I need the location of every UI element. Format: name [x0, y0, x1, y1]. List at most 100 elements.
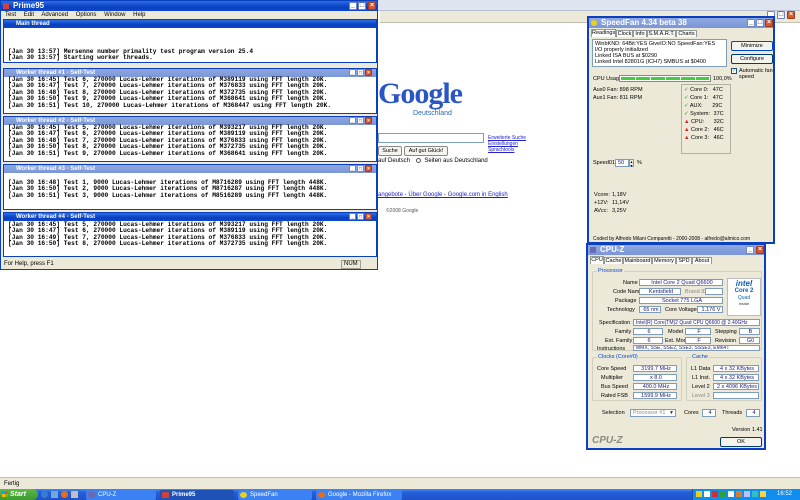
menu-edit[interactable]: Edit: [24, 12, 34, 18]
cpuz-minimize-button[interactable]: _: [746, 246, 754, 254]
bus-speed-value: 400.0 MHz: [633, 383, 677, 390]
worker-4-window: Worker thread #4 - Self-Test _ □ × [Jan …: [3, 212, 377, 257]
cpuz-title: CPU-Z: [600, 245, 625, 254]
firefox-maximize-button[interactable]: □: [777, 11, 785, 19]
google-search-button[interactable]: Suche: [378, 146, 402, 156]
taskbar-prime95-button[interactable]: Prime95: [160, 490, 234, 500]
prime95-titlebar: Prime95: [1, 1, 377, 11]
minimize-button[interactable]: Minimize: [731, 41, 773, 51]
l1i-value: 4 x 32 KBytes: [713, 374, 759, 381]
voltage-value: 1,18V: [612, 192, 627, 198]
worker-2-maximize-button[interactable]: □: [357, 117, 364, 124]
firefox-close-button[interactable]: ×: [787, 11, 795, 19]
core-speed-label: Core Speed: [597, 366, 627, 372]
taskbar-cpuz-label: CPU-Z: [98, 492, 117, 498]
radio-de-button[interactable]: [415, 158, 421, 163]
tab-clock[interactable]: Clock: [616, 30, 633, 37]
tab-charts[interactable]: Charts: [676, 30, 697, 37]
speedfan-maximize-button[interactable]: □: [756, 19, 764, 27]
tab-memory[interactable]: Memory: [652, 257, 676, 264]
tab-mainboard[interactable]: Mainboard: [623, 257, 652, 264]
processor-group: Processor Name Intel Core 2 Quad Q6600 C…: [592, 268, 762, 352]
tab-cache[interactable]: Cache: [604, 257, 623, 264]
prime95-maximize-button[interactable]: □: [358, 2, 366, 10]
processor-selector[interactable]: Processor #1 ▼: [630, 409, 676, 417]
prime95-minimize-button[interactable]: _: [349, 2, 357, 10]
language-tools-link[interactable]: Sprachtools: [488, 147, 526, 153]
voltage-name: +12V:: [594, 200, 609, 206]
lucky-button[interactable]: Auf gut Glück!: [404, 146, 448, 156]
taskbar-speedfan-button[interactable]: SpeedFan: [238, 490, 312, 500]
intel-core2-logo: intel Core 2 Quad inside: [727, 278, 761, 316]
worker-1-close-button[interactable]: ×: [365, 69, 372, 76]
tab-smart[interactable]: S.M.A.R.T.: [647, 30, 676, 37]
worker-3-close-button[interactable]: ×: [365, 165, 372, 172]
tray-icon[interactable]: [712, 491, 718, 497]
worker-4-log: [Jan 30 16:45] Test 5, 270000 Lucas-Lehm…: [8, 221, 327, 248]
start-label: Start: [10, 491, 26, 498]
tab-about[interactable]: About: [692, 257, 712, 264]
temp-name: Core 3:: [690, 135, 710, 141]
main-thread-log: [Jan 30 13:57] Mersenne number primality…: [8, 48, 253, 62]
firefox-icon[interactable]: [61, 491, 68, 498]
menu-help[interactable]: Help: [133, 12, 145, 18]
tray-icon[interactable]: [760, 491, 766, 497]
temp-row: ▲ Core 3: 46C: [684, 135, 724, 141]
prime95-statusbar: For Help, press F1 NUM: [1, 259, 377, 269]
worker-3-titlebar: Worker thread #3 - Self-Test: [4, 165, 376, 173]
family-value: 6: [633, 328, 663, 335]
l3-label: Level 3: [692, 393, 710, 399]
prime95-close-button[interactable]: ×: [368, 2, 376, 10]
google-search-input[interactable]: [378, 133, 484, 143]
auto-fan-checkbox[interactable]: ✓: [731, 68, 737, 74]
speedfan-close-button[interactable]: ×: [765, 19, 773, 27]
tray-icon[interactable]: [736, 491, 742, 497]
tray-icon[interactable]: [696, 491, 702, 497]
speed01-input[interactable]: 50: [615, 159, 629, 167]
speed01-spinner[interactable]: ▴ ▾: [629, 159, 634, 168]
worker-2-minimize-button[interactable]: _: [349, 117, 356, 124]
taskbar-firefox-button[interactable]: Google - Mozilla Firefox: [316, 490, 402, 500]
cpuz-close-button[interactable]: ×: [756, 246, 764, 254]
worker-1-maximize-button[interactable]: □: [357, 69, 364, 76]
tab-info[interactable]: Info: [633, 30, 647, 37]
start-button[interactable]: Start: [0, 489, 38, 500]
menu-options[interactable]: Options: [76, 12, 97, 18]
l2-value: 2 x 4096 KBytes: [713, 383, 759, 390]
taskbar-cpuz-button[interactable]: CPU-Z: [86, 490, 156, 500]
worker-1-minimize-button[interactable]: _: [349, 69, 356, 76]
tray-icon[interactable]: [752, 491, 758, 497]
menu-test[interactable]: Test: [5, 12, 16, 18]
worker-3-log: [Jan 30 16:48] Test 1, 9000 Lucas-Lehmer…: [8, 179, 327, 199]
configure-button[interactable]: Configure: [731, 54, 773, 64]
worker-4-close-button[interactable]: ×: [365, 213, 372, 220]
ext-model-value: F: [685, 337, 711, 344]
worker-3-window: Worker thread #3 - Self-Test _ □ × [Jan …: [3, 164, 377, 210]
tab-spd[interactable]: SPD: [676, 257, 692, 264]
worker-4-minimize-button[interactable]: _: [349, 213, 356, 220]
tray-icon[interactable]: [704, 491, 710, 497]
tray-icon[interactable]: [720, 491, 726, 497]
worker-2-close-button[interactable]: ×: [365, 117, 372, 124]
google-footer-links[interactable]: angebote - Über Google - Google.com in E…: [378, 192, 508, 198]
log-line: [Jan 30 16:51] Test 9, 270000 Lucas-Lehm…: [8, 149, 328, 157]
speedfan-minimize-button[interactable]: _: [747, 19, 755, 27]
menu-window[interactable]: Window: [104, 12, 125, 18]
l2-label: Level 2: [692, 384, 710, 390]
l1d-label: L1 Data: [691, 366, 711, 372]
clock[interactable]: 16:52: [777, 489, 792, 500]
worker-4-maximize-button[interactable]: □: [357, 213, 364, 220]
worker-3-maximize-button[interactable]: □: [357, 165, 364, 172]
ie-icon[interactable]: [41, 491, 48, 498]
tab-cpu[interactable]: CPU: [590, 256, 604, 264]
tray-icon[interactable]: [744, 491, 750, 497]
app-icon[interactable]: [71, 491, 78, 498]
speedfan-window: SpeedFan 4.34 beta 38 _ □ × Readings Clo…: [587, 16, 775, 244]
worker-3-minimize-button[interactable]: _: [349, 165, 356, 172]
tab-readings[interactable]: Readings: [591, 29, 616, 37]
ok-button[interactable]: OK: [720, 437, 762, 447]
menu-advanced[interactable]: Advanced: [41, 12, 68, 18]
speedfan-titlebar: SpeedFan 4.34 beta 38: [589, 18, 773, 28]
desktop-icon[interactable]: [51, 491, 58, 498]
tray-icon[interactable]: [728, 491, 734, 497]
